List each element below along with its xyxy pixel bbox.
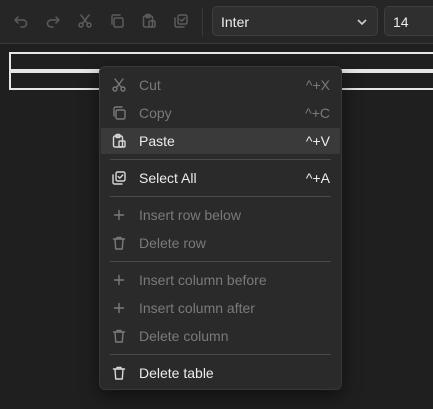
menu-item-shortcut: ^+X — [305, 77, 330, 93]
plus-icon — [111, 272, 127, 288]
font-family-value: Inter — [221, 14, 250, 30]
toolbar-divider — [202, 8, 203, 36]
menu-divider — [110, 354, 331, 355]
menu-item-copy[interactable]: Copy ^+C — [101, 100, 340, 126]
menu-item-insert-row-below[interactable]: Insert row below — [101, 202, 340, 228]
toolbar: Inter 14 — [0, 0, 433, 44]
select-all-icon — [174, 14, 188, 28]
menu-item-label: Delete column — [139, 328, 229, 344]
menu-item-paste[interactable]: Paste ^+V — [101, 128, 340, 154]
paste-icon — [142, 13, 156, 28]
cut-button[interactable] — [74, 10, 96, 32]
menu-item-shortcut: ^+A — [305, 170, 330, 186]
menu-item-select-all[interactable]: Select All ^+A — [101, 165, 340, 191]
undo-button[interactable] — [10, 10, 32, 32]
cut-icon — [78, 14, 92, 28]
menu-item-label: Delete table — [139, 365, 214, 381]
context-menu: Cut ^+X Copy ^+C Paste ^+V Select All ^+… — [99, 66, 342, 390]
trash-icon — [111, 365, 127, 381]
copy-icon — [111, 105, 127, 121]
font-size-input[interactable]: 14 — [384, 6, 433, 36]
select-all-icon — [111, 170, 127, 186]
font-family-select[interactable]: Inter — [212, 6, 378, 36]
menu-item-delete-row[interactable]: Delete row — [101, 230, 340, 256]
menu-item-cut[interactable]: Cut ^+X — [101, 72, 340, 98]
menu-divider — [110, 261, 331, 262]
menu-item-label: Copy — [139, 105, 172, 121]
menu-item-label: Cut — [139, 77, 161, 93]
menu-item-shortcut: ^+C — [305, 105, 330, 121]
menu-divider — [110, 196, 331, 197]
trash-icon — [111, 235, 127, 251]
menu-item-delete-column[interactable]: Delete column — [101, 323, 340, 349]
copy-button[interactable] — [106, 10, 128, 32]
paste-button[interactable] — [138, 10, 160, 32]
select-all-button[interactable] — [170, 10, 192, 32]
plus-icon — [111, 207, 127, 223]
trash-icon — [111, 328, 127, 344]
menu-item-label: Paste — [139, 133, 175, 149]
menu-item-label: Insert column before — [139, 272, 267, 288]
menu-item-insert-column-after[interactable]: Insert column after — [101, 295, 340, 321]
menu-item-label: Insert column after — [139, 300, 255, 316]
menu-item-label: Insert row below — [139, 207, 241, 223]
paste-icon — [111, 133, 127, 149]
menu-divider — [110, 159, 331, 160]
font-size-value: 14 — [393, 14, 409, 30]
menu-item-shortcut: ^+V — [305, 133, 330, 149]
plus-icon — [111, 300, 127, 316]
menu-item-delete-table[interactable]: Delete table — [101, 360, 340, 386]
copy-icon — [111, 14, 124, 28]
scissors-icon — [111, 77, 127, 93]
menu-item-insert-column-before[interactable]: Insert column before — [101, 267, 340, 293]
redo-icon — [46, 16, 60, 28]
undo-icon — [14, 16, 28, 28]
chevron-down-icon — [355, 15, 369, 29]
redo-button[interactable] — [42, 10, 64, 32]
menu-item-label: Select All — [139, 170, 197, 186]
menu-item-label: Delete row — [139, 235, 206, 251]
